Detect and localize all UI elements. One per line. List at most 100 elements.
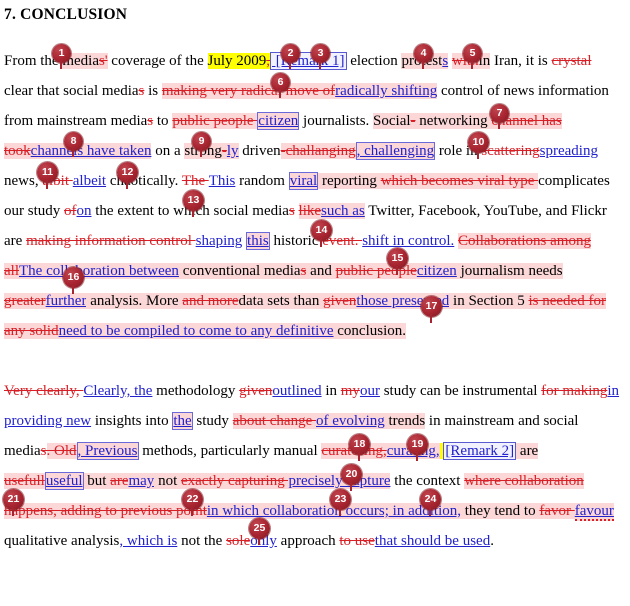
change-marker-8[interactable]: 8 bbox=[64, 132, 83, 157]
inserted-text-run: Clearly, the bbox=[83, 383, 153, 399]
inserted-text-run: the bbox=[172, 412, 193, 430]
inserted-text-run: , which is bbox=[119, 533, 178, 549]
deleted-text-run: crystal bbox=[551, 53, 592, 69]
inserted-text-run: radically shifting bbox=[335, 83, 438, 99]
change-marker-24[interactable]: 24 bbox=[420, 489, 441, 516]
deleted-text-run: my bbox=[340, 383, 360, 399]
inserted-text-run: on bbox=[76, 203, 92, 219]
text-run bbox=[295, 203, 299, 219]
change-marker-7[interactable]: 7 bbox=[490, 104, 509, 129]
deleted-text-run: The bbox=[181, 173, 209, 189]
deleted-text-run: Very clearly, bbox=[4, 383, 84, 399]
inserted-text-run: , Previous bbox=[76, 442, 139, 460]
changed-text-run: data sets than bbox=[238, 293, 324, 309]
change-marker-16[interactable]: 16 bbox=[63, 267, 84, 294]
deleted-text-run: public people bbox=[172, 113, 258, 129]
paragraph-conclusion-1[interactable]: From the medias' coverage of the July 20… bbox=[4, 46, 620, 346]
change-marker-23[interactable]: 23 bbox=[330, 489, 351, 516]
text-run: the context bbox=[390, 473, 465, 489]
deleted-text-run: s' bbox=[99, 53, 108, 69]
inserted-text-run: This bbox=[208, 173, 236, 189]
text-run: study can be instrumental bbox=[379, 383, 542, 399]
change-marker-5[interactable]: 5 bbox=[463, 44, 482, 69]
change-marker-15[interactable]: 15 bbox=[387, 248, 408, 275]
inserted-text-run: useful bbox=[44, 472, 84, 490]
inserted-text-run: of evolving bbox=[316, 413, 385, 429]
inserted-text-run: need to be compiled to come to any defin… bbox=[58, 323, 334, 339]
deleted-text-run: sole bbox=[226, 533, 251, 549]
inserted-text-run: precisely capture bbox=[288, 473, 391, 489]
inserted-text-run: such as bbox=[321, 203, 365, 219]
inserted-text-run: this bbox=[246, 232, 270, 250]
changed-text-run: but bbox=[83, 473, 111, 489]
change-marker-10[interactable]: 10 bbox=[468, 132, 489, 159]
text-run: coverage of the bbox=[107, 53, 208, 69]
changed-text-run: trends bbox=[384, 413, 426, 429]
deleted-text-run: of bbox=[64, 203, 77, 219]
deleted-text-run: and more bbox=[182, 293, 239, 309]
change-marker-17[interactable]: 17 bbox=[421, 296, 442, 323]
change-marker-22[interactable]: 22 bbox=[182, 489, 203, 516]
deleted-text-run: . Old bbox=[46, 443, 77, 459]
page-title: 7. CONCLUSION bbox=[4, 6, 128, 23]
comment-anchor[interactable]: [Remark 2] bbox=[443, 442, 517, 460]
changed-text-run: are bbox=[516, 443, 539, 459]
changed-text-run: in Section 5 bbox=[449, 293, 529, 309]
changed-text-run: journalism needs bbox=[456, 263, 563, 279]
deleted-text-run: greater bbox=[4, 293, 46, 309]
change-marker-20[interactable]: 20 bbox=[341, 464, 362, 491]
deleted-text-run: like bbox=[298, 203, 322, 219]
text-run: approach bbox=[276, 533, 340, 549]
deleted-text-run: favor bbox=[539, 503, 575, 519]
deleted-text-run: to use bbox=[339, 533, 375, 549]
text-run: methods, particularly manual bbox=[138, 443, 322, 459]
change-marker-12[interactable]: 12 bbox=[117, 162, 138, 189]
change-marker-18[interactable]: 18 bbox=[349, 434, 370, 461]
change-marker-2[interactable]: 2 bbox=[281, 44, 300, 69]
change-marker-3[interactable]: 3 bbox=[311, 44, 330, 69]
text-run: study bbox=[192, 413, 233, 429]
changed-text-run: conventional media bbox=[178, 263, 301, 279]
change-marker-4[interactable]: 4 bbox=[414, 44, 433, 69]
inserted-text-run: viral bbox=[288, 172, 319, 190]
deleted-text-run: for making bbox=[541, 383, 608, 399]
inserted-text-run: favour bbox=[574, 503, 614, 521]
text-run: methodology bbox=[152, 383, 240, 399]
text-run: not the bbox=[177, 533, 227, 549]
change-marker-14[interactable]: 14 bbox=[311, 220, 332, 247]
change-marker-6[interactable]: 6 bbox=[271, 73, 290, 98]
inserted-text-run: channels have taken bbox=[30, 143, 152, 159]
deleted-text-run: usefull bbox=[4, 473, 45, 489]
inserted-text-run: albeit bbox=[72, 173, 107, 189]
inserted-text-run: ly bbox=[226, 143, 239, 159]
text-run: on a bbox=[151, 143, 185, 159]
change-marker-21[interactable]: 21 bbox=[3, 489, 24, 516]
inserted-text-run: outlined bbox=[272, 383, 322, 399]
deleted-text-run: given bbox=[323, 293, 357, 309]
deleted-text-run: about change bbox=[232, 413, 316, 429]
deleted-text-run: are bbox=[110, 473, 129, 489]
deleted-text-run: s bbox=[40, 443, 47, 459]
text-run: insights into bbox=[91, 413, 173, 429]
change-marker-1[interactable]: 1 bbox=[52, 44, 71, 69]
document-page: 7. CONCLUSION From the medias' coverage … bbox=[0, 0, 630, 606]
text-run: election bbox=[346, 53, 402, 69]
text-run: in bbox=[321, 383, 341, 399]
deleted-text-run: scattering bbox=[481, 143, 540, 159]
changed-text-run: conclusion. bbox=[333, 323, 407, 339]
inserted-text-run: shift in control. bbox=[362, 233, 455, 249]
inserted-text-run: shaping bbox=[195, 233, 243, 249]
changed-text-run: and bbox=[306, 263, 336, 279]
inserted-text-run: that should be used bbox=[374, 533, 491, 549]
paragraph-conclusion-2[interactable]: Very clearly, Clearly, the methodology g… bbox=[4, 376, 620, 556]
inserted-text-run: further bbox=[45, 293, 87, 309]
change-marker-19[interactable]: 19 bbox=[407, 434, 428, 461]
text-run: qualitative analysis bbox=[4, 533, 120, 549]
change-marker-25[interactable]: 25 bbox=[249, 518, 270, 545]
change-marker-9[interactable]: 9 bbox=[192, 132, 211, 157]
changed-text-run: analysis. bbox=[86, 293, 143, 309]
change-marker-11[interactable]: 11 bbox=[37, 162, 58, 189]
change-marker-13[interactable]: 13 bbox=[183, 190, 204, 217]
text-run: journalists. bbox=[299, 113, 374, 129]
document-body: From the medias' coverage of the July 20… bbox=[4, 46, 620, 586]
